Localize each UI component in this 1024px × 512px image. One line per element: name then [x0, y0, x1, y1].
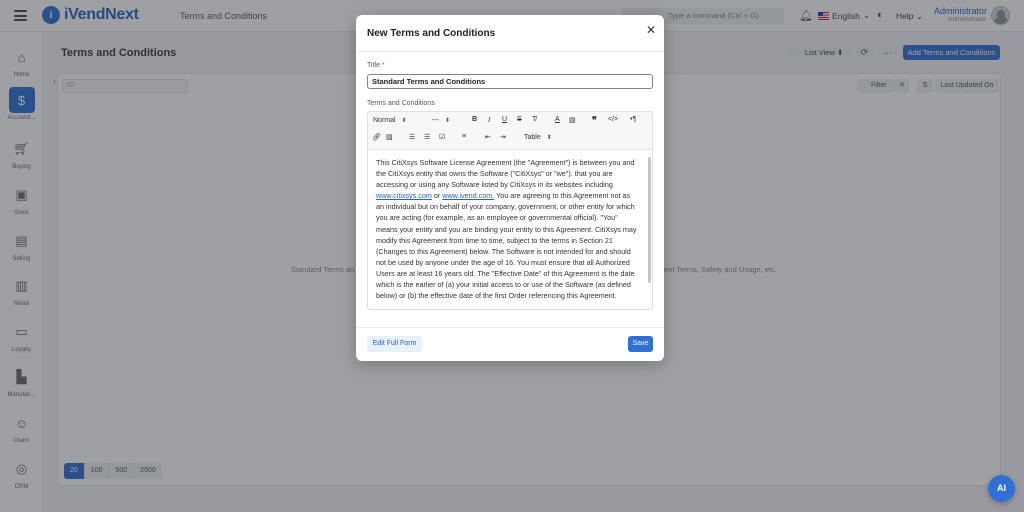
- link-icon[interactable]: 🔗︎: [372, 133, 381, 141]
- title-label-text: Title: [367, 62, 380, 69]
- underline-icon[interactable]: U: [502, 116, 507, 123]
- bold-icon[interactable]: B: [472, 116, 477, 123]
- code-block-icon[interactable]: </>: [608, 116, 618, 123]
- agreement-text: or: [431, 191, 443, 201]
- strikethrough-icon[interactable]: S: [517, 116, 522, 123]
- close-icon[interactable]: ✕: [646, 23, 656, 37]
- table-select-label: Table: [524, 134, 541, 141]
- indent-icon[interactable]: ⇥: [500, 133, 506, 141]
- citixsys-link[interactable]: www.citixsys.com: [376, 191, 432, 200]
- ivend-link[interactable]: www.ivend.com.: [442, 191, 494, 200]
- editor-content[interactable]: This CitiXsys Software License Agreement…: [368, 150, 652, 309]
- agreement-text: This CitiXsys Software License Agreement…: [376, 158, 635, 190]
- highlight-color-icon[interactable]: ▧: [569, 116, 576, 124]
- heading-select[interactable]: Normal: [373, 117, 407, 124]
- required-marker: *: [381, 62, 385, 69]
- rich-text-editor: Normal --- B I U S T̸ A ▧ ❞ </> •¶ 🔗︎ ▨ …: [367, 111, 653, 310]
- ordered-list-icon[interactable]: ☰: [409, 133, 415, 141]
- table-select[interactable]: Table: [524, 134, 552, 141]
- check-list-icon[interactable]: ☑: [439, 133, 445, 141]
- font-size-select[interactable]: ---: [432, 117, 450, 124]
- bullet-list-icon[interactable]: ☰: [424, 133, 430, 141]
- ai-assistant-button[interactable]: AI: [988, 475, 1015, 502]
- edit-full-form-button[interactable]: Edit Full Form: [367, 336, 422, 352]
- text-direction-icon[interactable]: •¶: [630, 116, 636, 123]
- font-size-select-label: ---: [432, 117, 439, 124]
- terms-label: Terms and Conditions: [367, 100, 435, 107]
- agreement-text: You are agreeing to this Agreement not a…: [376, 191, 637, 301]
- align-icon[interactable]: ≡: [462, 133, 466, 140]
- new-terms-modal: New Terms and Conditions ✕ Title * Terms…: [356, 15, 664, 361]
- outdent-icon[interactable]: ⇤: [485, 133, 491, 141]
- modal-header: New Terms and Conditions ✕: [356, 15, 664, 52]
- editor-scrollbar[interactable]: [648, 157, 651, 283]
- editor-toolbar: Normal --- B I U S T̸ A ▧ ❞ </> •¶ 🔗︎ ▨ …: [368, 112, 652, 150]
- heading-select-label: Normal: [373, 117, 396, 124]
- clear-format-icon[interactable]: T̸: [532, 116, 536, 123]
- image-icon[interactable]: ▨: [386, 133, 393, 141]
- italic-icon[interactable]: I: [488, 116, 490, 124]
- text-color-icon[interactable]: A: [555, 116, 560, 123]
- title-label: Title *: [367, 62, 385, 69]
- title-input[interactable]: [367, 74, 653, 89]
- blockquote-icon[interactable]: ❞: [592, 115, 597, 126]
- save-button[interactable]: Save: [628, 336, 653, 352]
- modal-title: New Terms and Conditions: [367, 28, 496, 39]
